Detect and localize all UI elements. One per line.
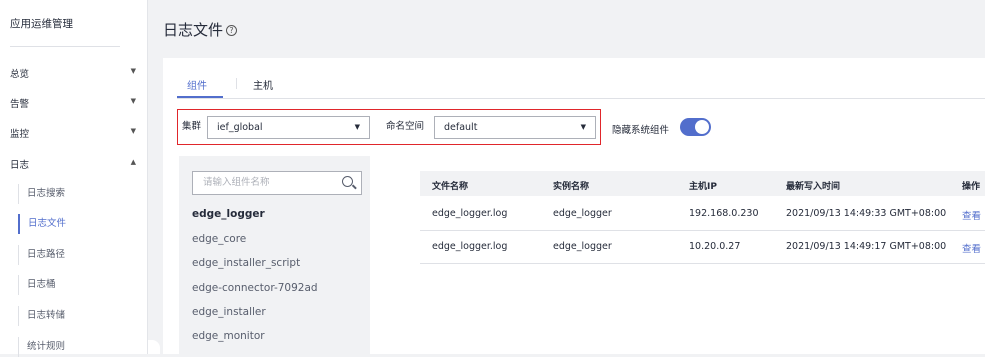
column-header-instance-name: 实例名称 xyxy=(553,182,590,192)
chevron-up-icon: ▲ xyxy=(130,158,136,166)
caret-down-icon: ▼ xyxy=(580,123,586,131)
sidebar: 应用运维管理 总览 ▼ 告警 ▼ 监控 ▼ 日志 ▲ 日志搜索 日志文件 日志路… xyxy=(0,0,148,357)
row2-file-name: edge_logger.log xyxy=(432,241,508,252)
row2-instance-name: edge_logger xyxy=(553,241,612,252)
namespace-select-value: default xyxy=(444,122,478,133)
column-header-action: 操作 xyxy=(962,182,981,192)
sidebar-group-label: 监控 xyxy=(10,129,30,140)
sidebar-item-log-bucket[interactable]: 日志桶 xyxy=(18,275,146,295)
toggle-knob xyxy=(695,120,709,134)
component-item-edge-installer-script[interactable]: edge_installer_script xyxy=(192,257,300,269)
sidebar-group-log[interactable]: 日志 ▲ xyxy=(10,157,140,177)
sidebar-collapse-handle[interactable] xyxy=(148,340,160,354)
row2-host-ip: 10.20.0.27 xyxy=(689,241,741,252)
cluster-select[interactable]: ief_global ▼ xyxy=(207,116,370,139)
table-row-divider xyxy=(420,230,985,231)
column-header-host-ip: 主机IP xyxy=(689,182,717,192)
table-row-divider xyxy=(420,263,985,264)
sidebar-title: 应用运维管理 xyxy=(10,18,73,30)
component-search-input[interactable]: 请输入组件名称 xyxy=(192,171,362,195)
caret-down-icon: ▼ xyxy=(354,123,360,131)
sidebar-item-log-search[interactable]: 日志搜索 xyxy=(18,184,146,204)
chevron-down-icon: ▼ xyxy=(130,97,136,105)
page-title: 日志文件? xyxy=(163,19,238,40)
sidebar-group-label: 日志 xyxy=(10,160,30,171)
row1-instance-name: edge_logger xyxy=(553,208,612,219)
sidebar-group-label: 告警 xyxy=(10,99,30,110)
row1-file-name: edge_logger.log xyxy=(432,208,508,219)
row1-view-link[interactable]: 查看 xyxy=(962,208,981,222)
tab-baseline xyxy=(177,98,985,99)
search-placeholder: 请输入组件名称 xyxy=(203,177,270,188)
chevron-down-icon: ▼ xyxy=(130,127,136,135)
tab-hosts[interactable]: 主机 xyxy=(253,77,273,92)
component-item-edge-core[interactable]: edge_core xyxy=(192,233,246,245)
namespace-select[interactable]: default ▼ xyxy=(434,116,596,139)
hide-system-components-toggle[interactable] xyxy=(680,118,711,136)
search-icon[interactable] xyxy=(342,176,353,187)
column-header-latest-write-time: 最新写入时间 xyxy=(786,182,841,192)
component-item-edge-logger[interactable]: edge_logger xyxy=(192,208,265,220)
sidebar-item-log-path[interactable]: 日志路径 xyxy=(18,245,146,265)
sidebar-group-overview[interactable]: 总览 ▼ xyxy=(10,66,140,86)
cluster-label: 集群 xyxy=(182,121,202,132)
tab-separator xyxy=(236,78,237,89)
row2-write-time: 2021/09/13 14:49:17 GMT+08:00 xyxy=(786,241,947,252)
component-item-edge-installer[interactable]: edge_installer xyxy=(192,306,266,318)
component-item-edge-connector[interactable]: edge-connector-7092ad xyxy=(192,282,318,294)
page-title-text: 日志文件 xyxy=(163,21,224,39)
sidebar-item-log-dump[interactable]: 日志转储 xyxy=(18,306,146,326)
sidebar-group-alarm[interactable]: 告警 ▼ xyxy=(10,96,140,116)
sidebar-item-stat-rules[interactable]: 统计规则 xyxy=(18,337,146,357)
row2-view-link[interactable]: 查看 xyxy=(962,241,981,255)
chevron-down-icon: ▼ xyxy=(130,67,136,75)
hide-system-components-label: 隐藏系统组件 xyxy=(612,125,670,136)
namespace-label: 命名空间 xyxy=(386,121,425,132)
sidebar-group-label: 总览 xyxy=(10,69,30,80)
sidebar-group-monitor[interactable]: 监控 ▼ xyxy=(10,126,140,146)
question-circle-icon[interactable]: ? xyxy=(226,25,238,36)
sidebar-item-log-files[interactable]: 日志文件 xyxy=(18,214,146,234)
column-header-file-name: 文件名称 xyxy=(432,182,469,192)
sidebar-divider xyxy=(10,46,120,47)
cluster-select-value: ief_global xyxy=(217,122,263,133)
row1-host-ip: 192.168.0.230 xyxy=(689,208,759,219)
row1-write-time: 2021/09/13 14:49:33 GMT+08:00 xyxy=(786,208,947,219)
tab-components[interactable]: 组件 xyxy=(187,77,207,92)
component-item-edge-monitor[interactable]: edge_monitor xyxy=(192,330,265,342)
